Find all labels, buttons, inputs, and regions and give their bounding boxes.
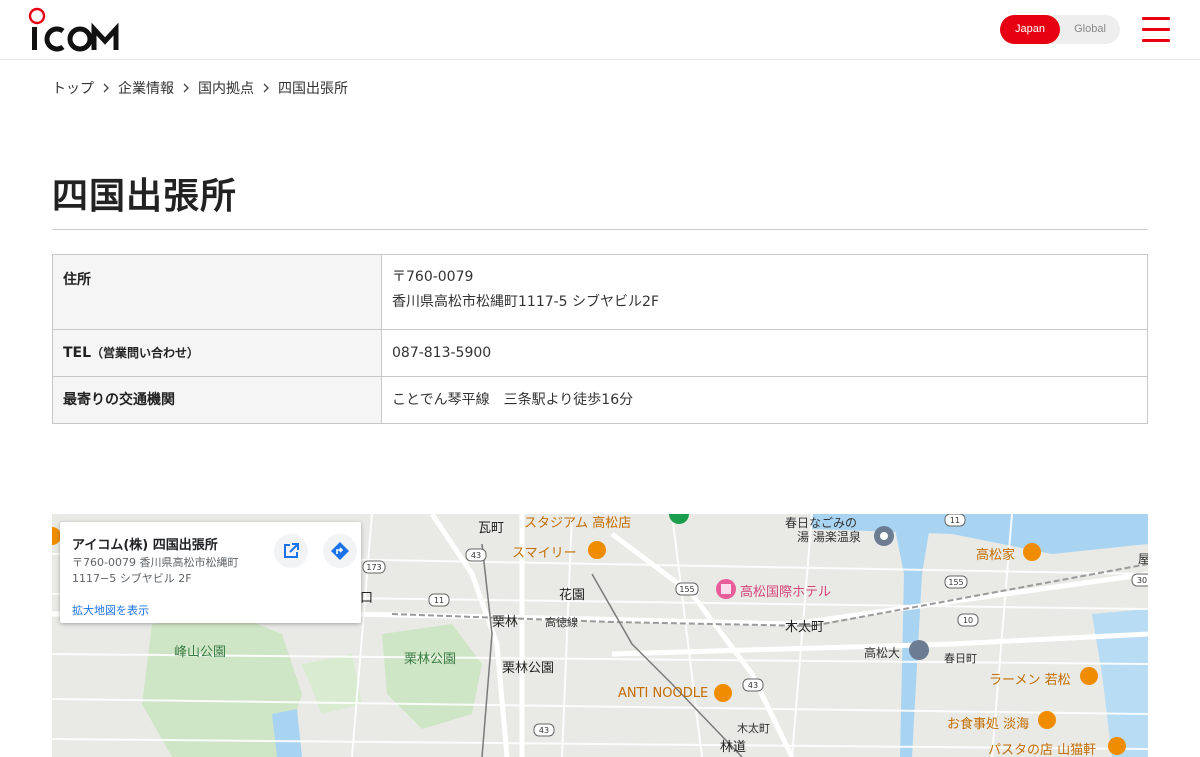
language-switch: Japan Global [1000, 15, 1120, 44]
tel-label: TEL [63, 345, 92, 361]
map-label-ritsurin-park: 栗林公園 [404, 652, 457, 667]
map-label-ritsurin: 栗林 [492, 615, 519, 630]
site-header: Japan Global [0, 0, 1200, 60]
svg-text:43: 43 [748, 681, 758, 690]
tel-note: （営業問い合わせ） [91, 346, 200, 360]
breadcrumb-company[interactable]: 企業情報 [118, 78, 174, 98]
map-place-card: アイコム(株) 四国出張所 〒760-0079 香川県高松市松縄町1117−5 … [60, 522, 361, 623]
access-value: ことでん琴平線 三条駅より徒歩16分 [381, 376, 1148, 424]
embedded-map[interactable]: 43 173 11 155 155 11 10 43 43 30 スタジアム 高… [52, 514, 1148, 757]
tel-label-cell: TEL（営業問い合わせ） [52, 329, 382, 377]
access-label: 最寄りの交通機関 [52, 376, 382, 424]
map-label-ritsurin-park-st: 栗林公園 [502, 661, 555, 676]
hamburger-menu-icon[interactable] [1140, 16, 1172, 44]
map-label-hayashimichi: 林道 [720, 740, 747, 755]
map-label-ya: 屋 [1138, 552, 1148, 566]
map-label-takamatsuya: 高松家 [976, 548, 1016, 563]
chevron-right-icon [94, 80, 118, 96]
chevron-right-icon [254, 80, 278, 96]
map-label-stadium: スタジアム 高松店 [524, 516, 632, 531]
table-row-address: 住所 〒760-0079 香川県高松市松縄町1117-5 シブヤビル2F [52, 254, 1148, 330]
breadcrumb-top[interactable]: トップ [52, 78, 94, 98]
map-label-kitacho: 木太町 [737, 722, 770, 735]
chevron-right-icon [174, 80, 198, 96]
map-label-kaen: 花園 [559, 588, 586, 603]
svg-text:11: 11 [950, 516, 960, 525]
place-address: 〒760-0079 香川県高松市松縄町1117−5 シブヤビル 2F [72, 556, 239, 585]
map-label-pasta: パスタの店 山猫軒 [988, 743, 1097, 757]
breadcrumb-domestic-offices[interactable]: 国内拠点 [198, 78, 254, 98]
map-label-takamatsu-univ: 高松大 [864, 646, 901, 660]
table-row-access: 最寄りの交通機関 ことでん琴平線 三条駅より徒歩16分 [52, 376, 1148, 424]
map-label-smiley: スマイリー [512, 546, 577, 561]
icom-logo[interactable] [28, 7, 124, 53]
breadcrumb: トップ 企業情報 国内拠点 四国出張所 [52, 78, 348, 98]
address-value: 〒760-0079 香川県高松市松縄町1117-5 シブヤビル2F [381, 254, 1148, 330]
tel-value[interactable]: 087-813-5900 [381, 329, 1148, 377]
office-info-table: 住所 〒760-0079 香川県高松市松縄町1117-5 シブヤビル2F TEL… [52, 254, 1148, 424]
map-label-kawaramachi: 瓦町 [478, 521, 505, 536]
map-label-ramen: ラーメン 若松 [989, 673, 1071, 688]
view-larger-map-link[interactable]: 拡大地図を表示 [72, 602, 149, 618]
map-label-onsen-2: 湯 湯楽温泉 [797, 530, 861, 544]
breadcrumb-current: 四国出張所 [278, 81, 348, 97]
svg-text:155: 155 [679, 585, 694, 594]
place-title: アイコム(株) 四国出張所 [72, 538, 218, 553]
svg-text:173: 173 [366, 563, 381, 572]
open-in-new-icon[interactable] [274, 534, 308, 568]
directions-icon[interactable] [323, 534, 357, 568]
map-label-okujidokoro: お食事処 淡海 [947, 717, 1030, 732]
svg-text:43: 43 [539, 726, 549, 735]
svg-text:43: 43 [471, 551, 481, 560]
svg-text:11: 11 [434, 596, 444, 605]
svg-text:30: 30 [1137, 576, 1147, 585]
address-label: 住所 [52, 254, 382, 330]
lang-japan-button[interactable]: Japan [1000, 15, 1060, 44]
map-label-takatoku-line: 高徳線 [545, 616, 578, 629]
svg-text:155: 155 [948, 578, 963, 587]
address-line: 香川県高松市松縄町1117-5 シブヤビル2F [392, 294, 659, 310]
page-title: 四国出張所 [52, 176, 238, 217]
title-divider [52, 229, 1148, 230]
map-label-guchi: 口 [360, 591, 374, 606]
map-label-hotel: 高松国際ホテル [740, 585, 832, 600]
address-postal: 〒760-0079 [392, 269, 474, 285]
lang-global-button[interactable]: Global [1060, 15, 1120, 44]
svg-text:10: 10 [963, 616, 973, 625]
table-row-tel: TEL（営業問い合わせ） 087-813-5900 [52, 329, 1148, 377]
map-label-kasugacho: 春日町 [944, 652, 977, 665]
map-label-kitaro-st: 木太町 [785, 620, 825, 635]
map-label-anti-noodle: ANTI NOODLE [618, 686, 709, 701]
map-label-minenoyama: 峰山公園 [174, 645, 227, 660]
